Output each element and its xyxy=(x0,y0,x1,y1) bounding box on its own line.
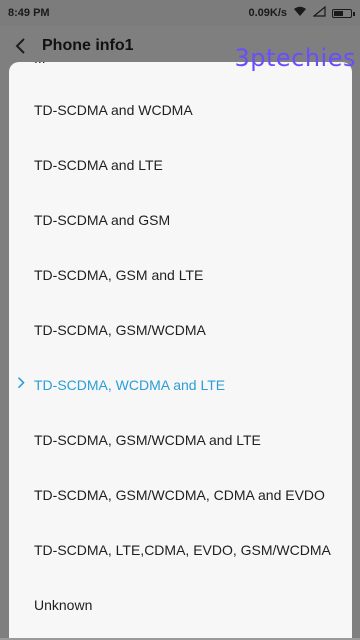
network-speed: 0.09K/s xyxy=(248,7,287,19)
option-unknown[interactable]: Unknown xyxy=(9,577,352,632)
option-label: TD-SCDMA and LTE xyxy=(34,156,163,173)
status-time: 8:49 PM xyxy=(8,7,50,19)
page-title: Phone info1 xyxy=(42,37,134,54)
option-label: TD-SCDMA, GSM and LTE xyxy=(34,266,204,283)
options-list: TD-SCDMA and WCDMA TD-SCDMA and LTE TD-S… xyxy=(9,82,352,632)
option-td-scdma-gsm-lte[interactable]: TD-SCDMA, GSM and LTE xyxy=(9,247,352,302)
option-td-scdma-gsm-wcdma-lte[interactable]: TD-SCDMA, GSM/WCDMA and LTE xyxy=(9,412,352,467)
partial-option[interactable]: ... xyxy=(34,62,46,66)
back-button[interactable] xyxy=(0,26,40,66)
option-td-scdma-lte[interactable]: TD-SCDMA and LTE xyxy=(9,137,352,192)
option-label: TD-SCDMA and WCDMA xyxy=(34,101,193,118)
option-label: TD-SCDMA, WCDMA and LTE xyxy=(34,376,226,393)
option-td-scdma-lte-cdma-evdo-gsm-wcdma[interactable]: TD-SCDMA, LTE,CDMA, EVDO, GSM/WCDMA xyxy=(9,522,352,577)
battery-icon xyxy=(332,8,355,18)
wifi-icon xyxy=(293,6,307,20)
option-td-scdma-gsm[interactable]: TD-SCDMA and GSM xyxy=(9,192,352,247)
status-bar: 8:49 PM 0.09K/s xyxy=(0,0,360,26)
watermark-logo: 3ptechies xyxy=(234,44,356,72)
option-label: TD-SCDMA, LTE,CDMA, EVDO, GSM/WCDMA xyxy=(34,541,331,558)
option-td-scdma-gsm-wcdma-cdma-evdo[interactable]: TD-SCDMA, GSM/WCDMA, CDMA and EVDO xyxy=(9,467,352,522)
option-label: TD-SCDMA, GSM/WCDMA, CDMA and EVDO xyxy=(34,486,325,503)
option-label: Unknown xyxy=(34,596,93,613)
option-label: TD-SCDMA, GSM/WCDMA and LTE xyxy=(34,431,261,448)
signal-icon xyxy=(312,5,326,20)
option-label: TD-SCDMA and GSM xyxy=(34,211,171,228)
chevron-right-icon xyxy=(17,375,25,392)
network-mode-dialog: ... TD-SCDMA and WCDMA TD-SCDMA and LTE … xyxy=(9,62,352,640)
battery-level xyxy=(334,10,343,16)
option-td-scdma-gsm-wcdma[interactable]: TD-SCDMA, GSM/WCDMA xyxy=(9,302,352,357)
chevron-left-icon xyxy=(15,38,25,54)
option-td-scdma-wcdma-lte[interactable]: TD-SCDMA, WCDMA and LTE xyxy=(9,357,352,412)
status-icons: 0.09K/s xyxy=(248,5,355,20)
option-label: TD-SCDMA, GSM/WCDMA xyxy=(34,321,206,338)
option-td-scdma-wcdma[interactable]: TD-SCDMA and WCDMA xyxy=(9,82,352,137)
